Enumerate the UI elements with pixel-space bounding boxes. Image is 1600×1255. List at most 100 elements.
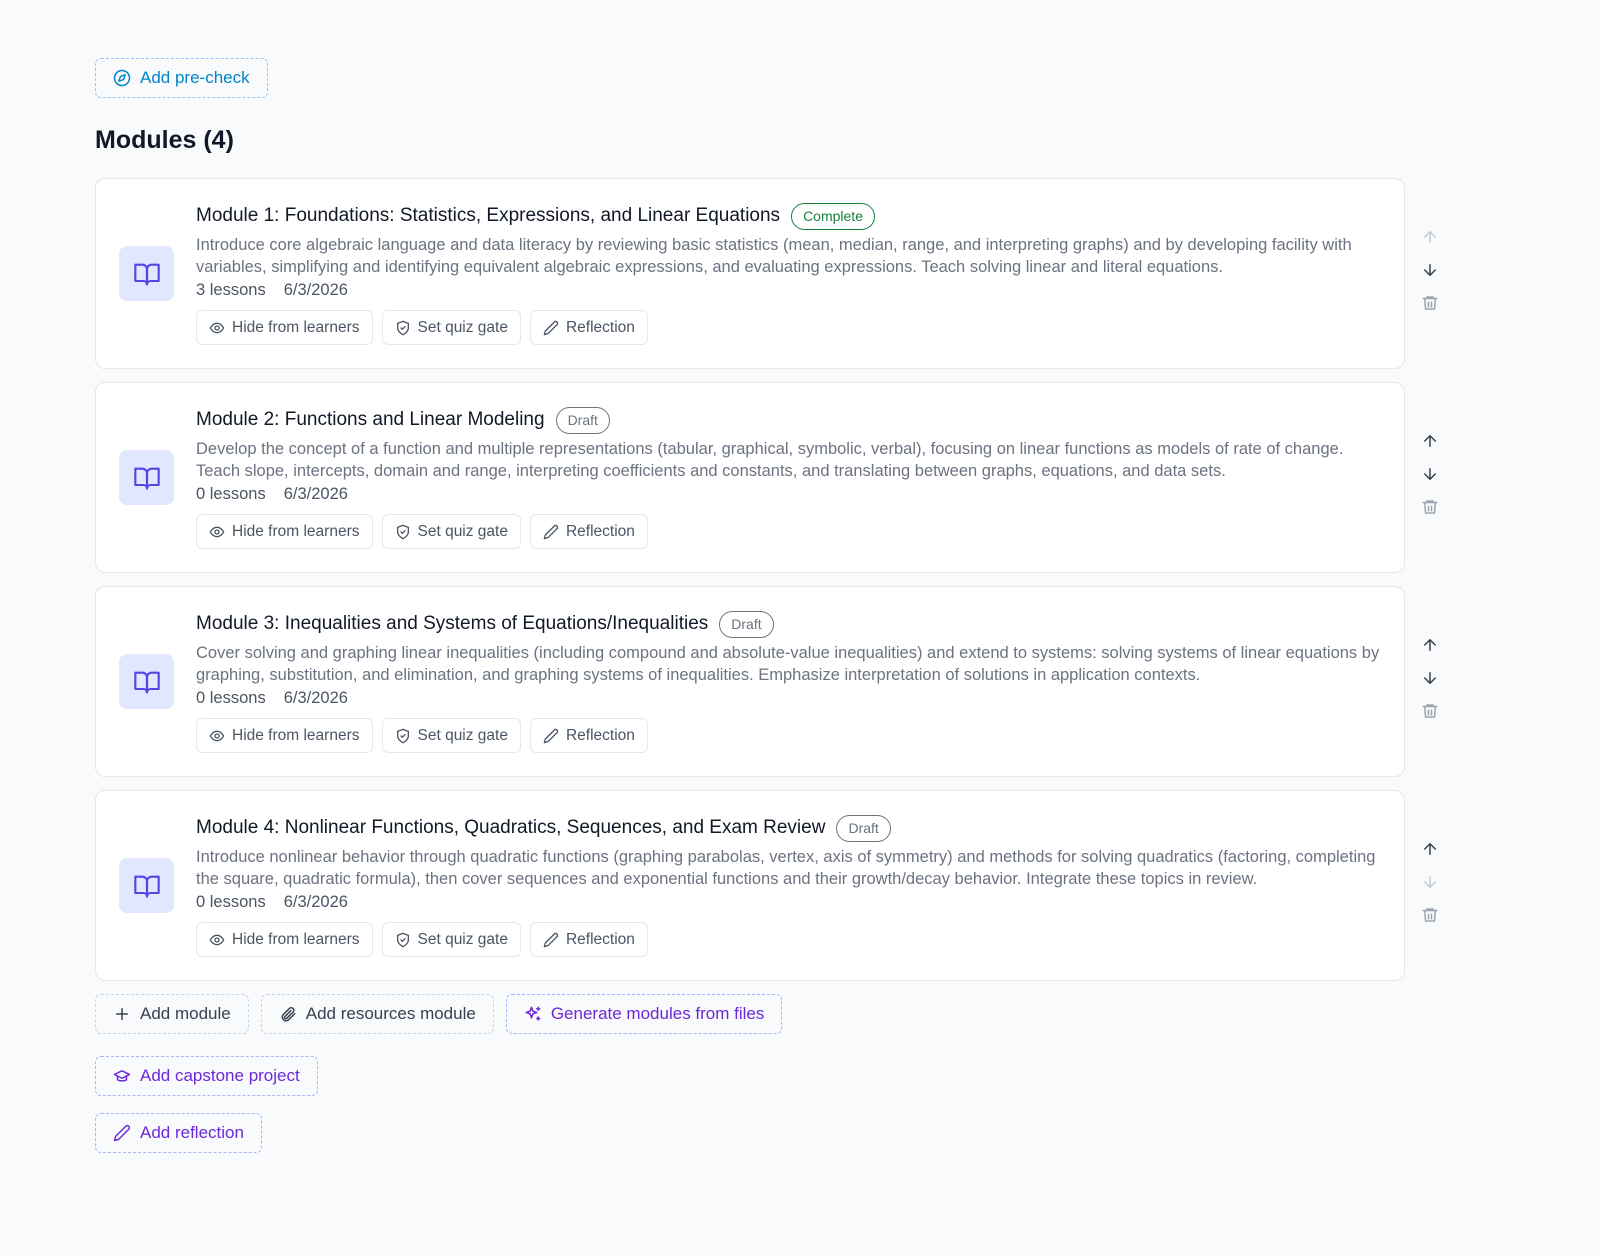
move-down-button[interactable]	[1418, 871, 1442, 892]
module-card[interactable]: Module 3: Inequalities and Systems of Eq…	[95, 586, 1405, 777]
module-title[interactable]: Module 3: Inequalities and Systems of Eq…	[196, 613, 708, 635]
trash-icon	[1422, 295, 1438, 310]
lesson-count: 0 lessons	[196, 689, 266, 707]
module-title[interactable]: Module 2: Functions and Linear Modeling	[196, 409, 545, 431]
delete-module-button[interactable]	[1418, 700, 1442, 721]
module-date: 6/3/2026	[283, 893, 348, 911]
module-description: Develop the concept of a function and mu…	[196, 440, 1344, 480]
add-reflection-label: Add reflection	[140, 1123, 244, 1142]
move-up-button[interactable]	[1418, 634, 1442, 655]
add-module-button[interactable]: Add module	[95, 994, 249, 1034]
status-badge: Draft	[836, 814, 891, 842]
course-builder: Add pre-check Modules (4) Module 1: Foun…	[95, 58, 1460, 1153]
add-reflection-button[interactable]: Add reflection	[95, 1113, 262, 1153]
delete-module-button[interactable]	[1418, 292, 1442, 313]
status-badge: Complete	[791, 202, 875, 230]
set-quiz-gate-button[interactable]: Set quiz gate	[381, 514, 521, 549]
add-pre-check-label: Add pre-check	[140, 68, 250, 87]
module-title-line: Module 4: Nonlinear Functions, Quadratic…	[196, 813, 1380, 843]
module-meta: 0 lessons 6/3/2026	[196, 689, 1380, 708]
module-side-controls	[1415, 226, 1445, 313]
shield-check-icon	[396, 728, 409, 743]
add-capstone-button[interactable]: Add capstone project	[95, 1056, 318, 1096]
modules-heading: Modules (4)	[95, 126, 234, 154]
module-meta: 3 lessons 6/3/2026	[196, 281, 1380, 300]
arrow-up-icon	[1424, 434, 1436, 447]
module-actions: Hide from learners Set quiz gate Reflect…	[196, 718, 1380, 753]
pencil-icon	[543, 728, 559, 743]
add-module-label: Add module	[140, 1004, 231, 1023]
move-down-button[interactable]	[1418, 463, 1442, 484]
eye-icon	[209, 526, 225, 537]
lesson-count: 0 lessons	[196, 485, 266, 503]
hide-from-learners-button[interactable]: Hide from learners	[196, 310, 373, 345]
add-resources-module-button[interactable]: Add resources module	[260, 994, 494, 1034]
set-quiz-gate-button[interactable]: Set quiz gate	[381, 922, 521, 957]
module-add-toolbar: Add module Add resources module Generate…	[95, 994, 1460, 1034]
module-title[interactable]: Module 4: Nonlinear Functions, Quadratic…	[196, 817, 825, 839]
reflection-label: Reflection	[565, 522, 635, 540]
quiz-label: Set quiz gate	[417, 318, 508, 336]
hide-from-learners-button[interactable]: Hide from learners	[196, 922, 373, 957]
pencil-icon	[113, 1124, 131, 1142]
quiz-label: Set quiz gate	[417, 930, 508, 948]
delete-module-button[interactable]	[1418, 904, 1442, 925]
reflection-button[interactable]: Reflection	[529, 922, 648, 957]
module-title[interactable]: Module 1: Foundations: Statistics, Expre…	[196, 205, 780, 227]
generate-modules-button[interactable]: Generate modules from files	[505, 994, 783, 1034]
reflection-button[interactable]: Reflection	[529, 514, 648, 549]
module-title-line: Module 2: Functions and Linear Modeling …	[196, 405, 1380, 435]
hide-label: Hide from learners	[232, 522, 360, 540]
module-title-line: Module 3: Inequalities and Systems of Eq…	[196, 609, 1380, 639]
add-resources-label: Add resources module	[305, 1004, 476, 1023]
arrow-up-icon	[1424, 842, 1436, 855]
move-down-button[interactable]	[1418, 667, 1442, 688]
status-badge: Draft	[555, 406, 610, 434]
eye-icon	[209, 322, 225, 333]
module-side-controls	[1415, 838, 1445, 925]
module-meta: 0 lessons 6/3/2026	[196, 893, 1380, 912]
pencil-icon	[543, 320, 559, 335]
reflection-button[interactable]: Reflection	[529, 310, 648, 345]
module-card[interactable]: Module 1: Foundations: Statistics, Expre…	[95, 178, 1405, 369]
trash-icon	[1422, 703, 1438, 718]
add-capstone-label: Add capstone project	[140, 1066, 300, 1085]
module-body: Module 2: Functions and Linear Modeling …	[196, 405, 1380, 549]
hide-from-learners-button[interactable]: Hide from learners	[196, 514, 373, 549]
graduation-cap-icon	[113, 1070, 131, 1082]
set-quiz-gate-button[interactable]: Set quiz gate	[381, 310, 521, 345]
module-actions: Hide from learners Set quiz gate Reflect…	[196, 514, 1380, 549]
book-open-icon	[133, 875, 160, 898]
module-meta: 0 lessons 6/3/2026	[196, 485, 1380, 504]
module-icon-tile	[119, 858, 174, 913]
set-quiz-gate-button[interactable]: Set quiz gate	[381, 718, 521, 753]
status-badge: Draft	[719, 610, 774, 638]
eye-icon	[209, 730, 225, 741]
reflection-button[interactable]: Reflection	[529, 718, 648, 753]
extra-actions: Add capstone project Add reflection	[95, 1056, 1460, 1153]
add-pre-check-button[interactable]: Add pre-check	[95, 58, 268, 98]
move-up-button[interactable]	[1418, 430, 1442, 451]
pencil-icon	[543, 524, 559, 539]
module-icon-tile	[119, 654, 174, 709]
book-open-icon	[133, 671, 160, 694]
delete-module-button[interactable]	[1418, 496, 1442, 517]
module-description: Introduce nonlinear behavior through qua…	[196, 848, 1376, 888]
lesson-count: 3 lessons	[196, 281, 266, 299]
module-date: 6/3/2026	[283, 689, 348, 707]
move-up-button[interactable]	[1418, 226, 1442, 247]
module-description: Cover solving and graphing linear inequa…	[196, 644, 1380, 684]
reflection-label: Reflection	[565, 726, 635, 744]
module-card[interactable]: Module 2: Functions and Linear Modeling …	[95, 382, 1405, 573]
hide-from-learners-button[interactable]: Hide from learners	[196, 718, 373, 753]
move-down-button[interactable]	[1418, 259, 1442, 280]
compass-icon	[113, 69, 131, 87]
module-icon-tile	[119, 246, 174, 301]
book-open-icon	[133, 263, 160, 286]
arrow-down-icon	[1424, 875, 1436, 888]
module-icon-tile	[119, 450, 174, 505]
module-card[interactable]: Module 4: Nonlinear Functions, Quadratic…	[95, 790, 1405, 981]
move-up-button[interactable]	[1418, 838, 1442, 859]
module-row: Module 2: Functions and Linear Modeling …	[95, 382, 1460, 573]
paperclip-icon	[281, 1007, 296, 1022]
